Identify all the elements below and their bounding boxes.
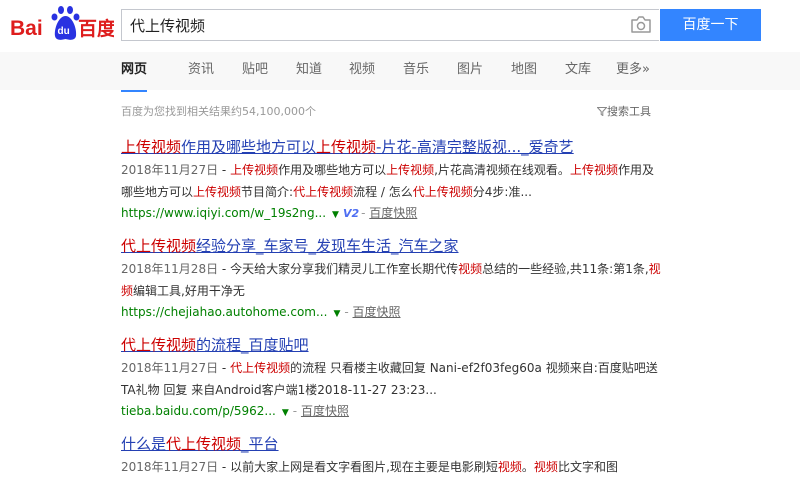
result-date: 2018年11月27日: [121, 361, 219, 375]
result-abstract-text: 以前大家上网是看文字看图片,现在主要是电影刷短视频。视频比文字和图: [230, 460, 618, 474]
svg-text:Bai: Bai: [10, 17, 43, 40]
svg-text:du: du: [58, 26, 70, 37]
result-date: 2018年11月27日: [121, 460, 219, 474]
result-abstract: 2018年11月27日 - 代上传视频的流程 只看楼主收藏回复 Nani-ef2…: [121, 361, 658, 397]
result-title[interactable]: 上传视频作用及哪些地方可以上传视频-片花-高清完整版视..._爱奇艺: [121, 138, 661, 156]
search-button[interactable]: 百度一下: [660, 9, 761, 41]
tab-wenku[interactable]: 文库: [565, 52, 591, 90]
camera-icon[interactable]: [630, 16, 652, 34]
tab-images[interactable]: 图片: [457, 52, 483, 90]
result-abstract: 2018年11月28日 - 今天给大家分享我们精灵儿工作室长期代传视频总结的一些…: [121, 262, 661, 298]
search-result: 上传视频作用及哪些地方可以上传视频-片花-高清完整版视..._爱奇艺 2018年…: [121, 138, 661, 225]
result-count: 百度为您找到相关结果约54,100,000个: [121, 105, 316, 118]
search-result: 代上传视频的流程_百度贴吧 2018年11月27日 - 代上传视频的流程 只看楼…: [121, 336, 661, 423]
search-tabs: 网页 资讯 贴吧 知道 视频 音乐 图片 地图 文库 更多»: [0, 52, 800, 92]
result-title[interactable]: 代上传视频的流程_百度贴吧: [121, 336, 661, 354]
search-tools-button[interactable]: 搜索工具: [596, 103, 651, 119]
result-url-line: https://chejiahao.autohome.com... ▼ - 百度快照: [121, 305, 401, 319]
v2-badge[interactable]: V2: [343, 207, 359, 220]
header: Bai du 百度 百度一下: [0, 0, 800, 52]
result-abstract: 2018年11月27日 - 上传视频作用及哪些地方可以上传视频,片花高清视频在线…: [121, 163, 654, 199]
tab-video[interactable]: 视频: [349, 52, 375, 90]
result-url-line: https://www.iqiyi.com/w_19s2ng... ▼ V2- 百度…: [121, 206, 418, 220]
dropdown-arrow-icon[interactable]: ▼: [333, 309, 340, 319]
search-tools-label: 搜索工具: [607, 105, 651, 118]
cache-link[interactable]: 百度快照: [301, 404, 349, 418]
dropdown-arrow-icon[interactable]: ▼: [282, 408, 289, 418]
result-date: 2018年11月28日: [121, 262, 219, 276]
search-input[interactable]: [130, 10, 620, 40]
tab-zhidao[interactable]: 知道: [296, 52, 322, 90]
tab-maps[interactable]: 地图: [511, 52, 537, 90]
result-url[interactable]: https://chejiahao.autohome.com...: [121, 305, 327, 319]
result-url[interactable]: https://www.iqiyi.com/w_19s2ng...: [121, 206, 326, 220]
tab-tieba[interactable]: 贴吧: [242, 52, 268, 90]
result-date: 2018年11月27日: [121, 163, 219, 177]
result-url-line: tieba.baidu.com/p/5962... ▼ - 百度快照: [121, 404, 349, 418]
result-abstract: 2018年11月27日 - 以前大家上网是看文字看图片,现在主要是电影刷短视频。…: [121, 460, 618, 474]
result-url[interactable]: tieba.baidu.com/p/5962...: [121, 404, 276, 418]
tab-news[interactable]: 资讯: [188, 52, 214, 90]
search-box: [121, 9, 659, 41]
dropdown-arrow-icon[interactable]: ▼: [332, 210, 339, 220]
filter-icon: [596, 107, 608, 117]
svg-text:百度: 百度: [78, 17, 114, 40]
baidu-logo[interactable]: Bai du 百度: [10, 4, 114, 44]
cache-link[interactable]: 百度快照: [353, 305, 401, 319]
tab-more[interactable]: 更多»: [616, 52, 650, 90]
tab-music[interactable]: 音乐: [403, 52, 429, 90]
search-result: 代上传视频经验分享_车家号_发现车生活_汽车之家 2018年11月28日 - 今…: [121, 237, 661, 324]
cache-link[interactable]: 百度快照: [369, 206, 417, 220]
tab-web[interactable]: 网页: [121, 52, 148, 92]
result-title[interactable]: 什么是代上传视频_平台: [121, 435, 661, 453]
search-result: 什么是代上传视频_平台 2018年11月27日 - 以前大家上网是看文字看图片,…: [121, 435, 661, 478]
result-title[interactable]: 代上传视频经验分享_车家号_发现车生活_汽车之家: [121, 237, 661, 255]
